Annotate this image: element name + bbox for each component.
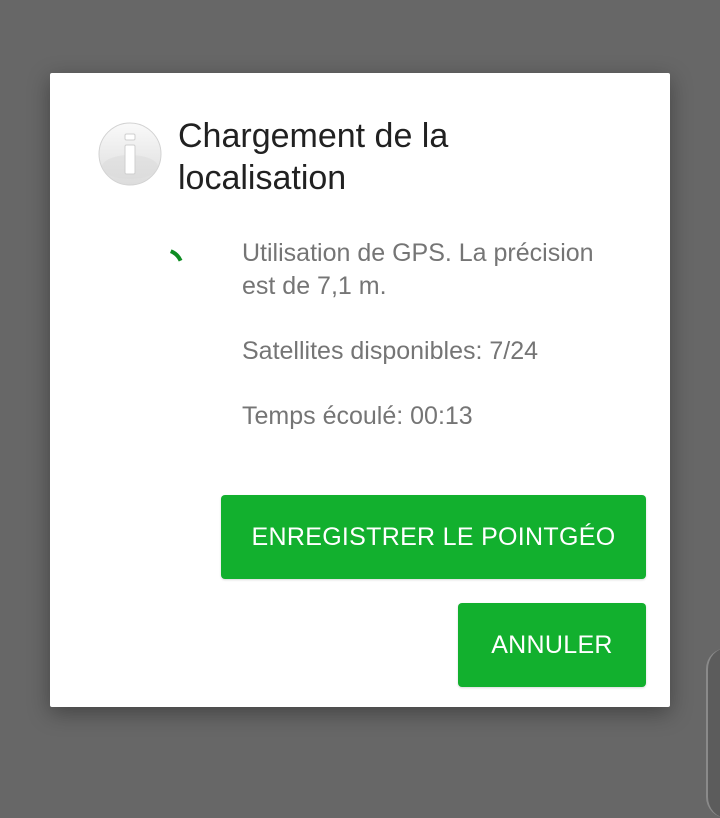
location-loading-dialog: Chargement de la localisation Utilisatio… — [50, 73, 670, 707]
elapsed-time-text: Temps écoulé: 00:13 — [242, 402, 473, 430]
dialog-title: Chargement de la localisation — [178, 117, 449, 197]
info-icon — [98, 122, 162, 186]
save-geopoint-button[interactable]: ENREGISTRER LE POINTGÉO — [221, 495, 646, 579]
background-scrollbar-edge — [706, 648, 720, 818]
loading-spinner — [148, 239, 196, 287]
gps-accuracy-text: Utilisation de GPS. La précision est de … — [242, 239, 594, 300]
satellites-text: Satellites disponibles: 7/24 — [242, 337, 539, 365]
cancel-button[interactable]: ANNULER — [458, 603, 646, 687]
location-status-messages: Utilisation de GPS. La précision est de … — [242, 237, 602, 465]
